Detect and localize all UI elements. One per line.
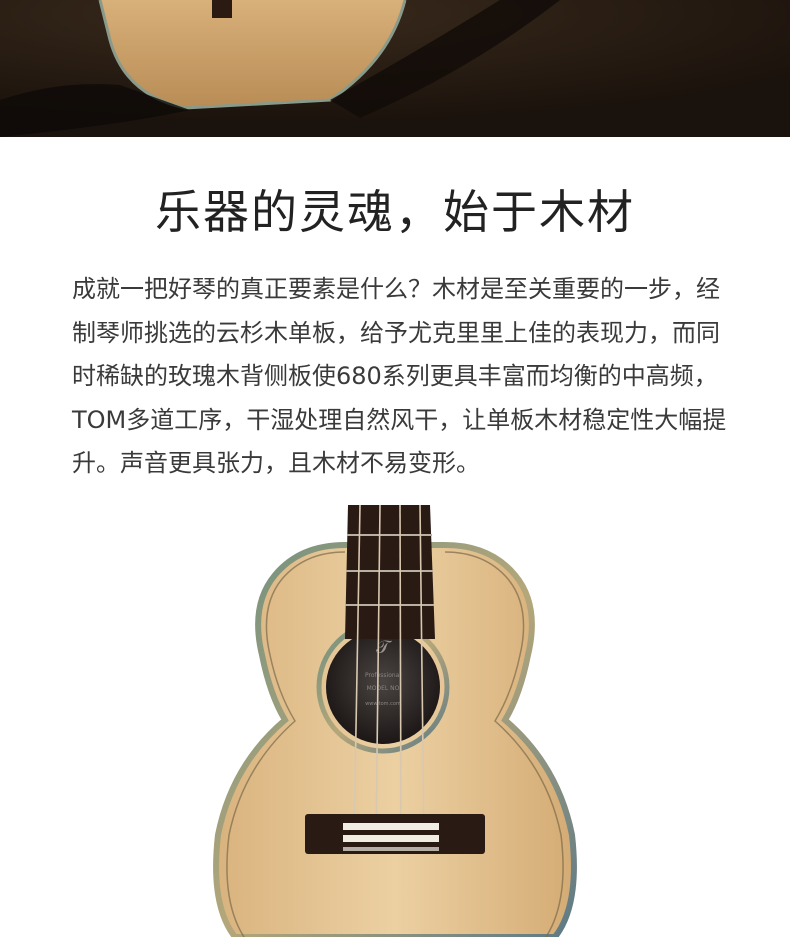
section-title: 乐器的灵魂，始于木材	[155, 185, 635, 239]
description-line: TOM多道工序，干湿处理自然风干，让单板木材稳定性大幅提	[72, 405, 727, 434]
guitar-photo-icon	[0, 0, 790, 137]
description-line: 制琴师挑选的云杉木单板，给予尤克里里上佳的表现力，而同	[72, 318, 720, 347]
description-line: 升。声音更具张力，且木材不易变形。	[72, 449, 480, 477]
page: 乐器的灵魂，始于木材 成就一把好琴的真正要素是什么？木材是至关重要的一步，经 制…	[0, 0, 790, 940]
description-line: 成就一把好琴的真正要素是什么？木材是至关重要的一步，经	[72, 275, 720, 303]
label-line: Professional	[365, 672, 401, 679]
ukulele-icon: 𝒯 Professional MODEL NO www.tom.com	[213, 504, 577, 940]
hero-guitar-photo	[0, 0, 790, 137]
description-text: 成就一把好琴的真正要素是什么？木材是至关重要的一步，经 制琴师挑选的云杉木单板，…	[72, 268, 727, 486]
label-line: www.tom.com	[365, 701, 401, 707]
ukulele-image: 𝒯 Professional MODEL NO www.tom.com	[0, 504, 790, 940]
label-line: MODEL NO	[367, 685, 400, 692]
description-line: 时稀缺的玫瑰木背侧板使680系列更具丰富而均衡的中高频，	[72, 362, 718, 390]
